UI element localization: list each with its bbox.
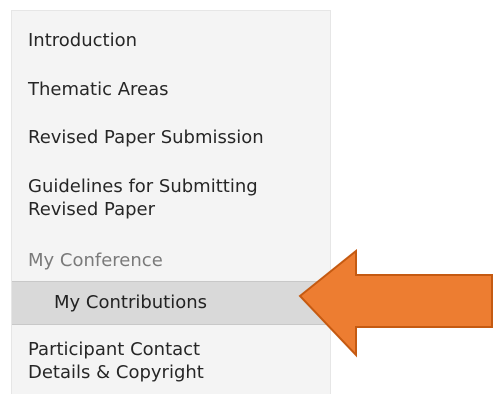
sidebar-item-guidelines-line2: Revised Paper: [28, 199, 156, 220]
sidebar-item-revised-paper-submission[interactable]: Revised Paper Submission: [28, 127, 264, 149]
sidebar-item-my-contributions[interactable]: My Contributions: [12, 281, 330, 325]
arrow-shape: [298, 249, 493, 358]
sidebar-item-thematic-areas[interactable]: Thematic Areas: [28, 79, 169, 101]
sidebar-item-introduction[interactable]: Introduction: [28, 30, 137, 52]
sidebar-item-guidelines-line1: Guidelines for Submitting: [28, 176, 258, 197]
sidebar-section-my-conference: My Conference: [28, 250, 163, 271]
sidebar-item-participant-contact-line2: Details & Copyright: [28, 362, 204, 383]
sidebar-item-guidelines[interactable]: Guidelines for Submitting Revised Paper: [28, 175, 258, 221]
arrow-left-icon: [298, 249, 493, 358]
sidebar-item-participant-contact[interactable]: Participant Contact Details & Copyright: [28, 338, 204, 384]
sidebar-item-participant-contact-line1: Participant Contact: [28, 339, 201, 360]
sidebar-item-my-contributions-label: My Contributions: [54, 292, 208, 313]
page: Introduction Thematic Areas Revised Pape…: [0, 0, 496, 394]
sidebar-menu: Introduction Thematic Areas Revised Pape…: [11, 10, 331, 394]
